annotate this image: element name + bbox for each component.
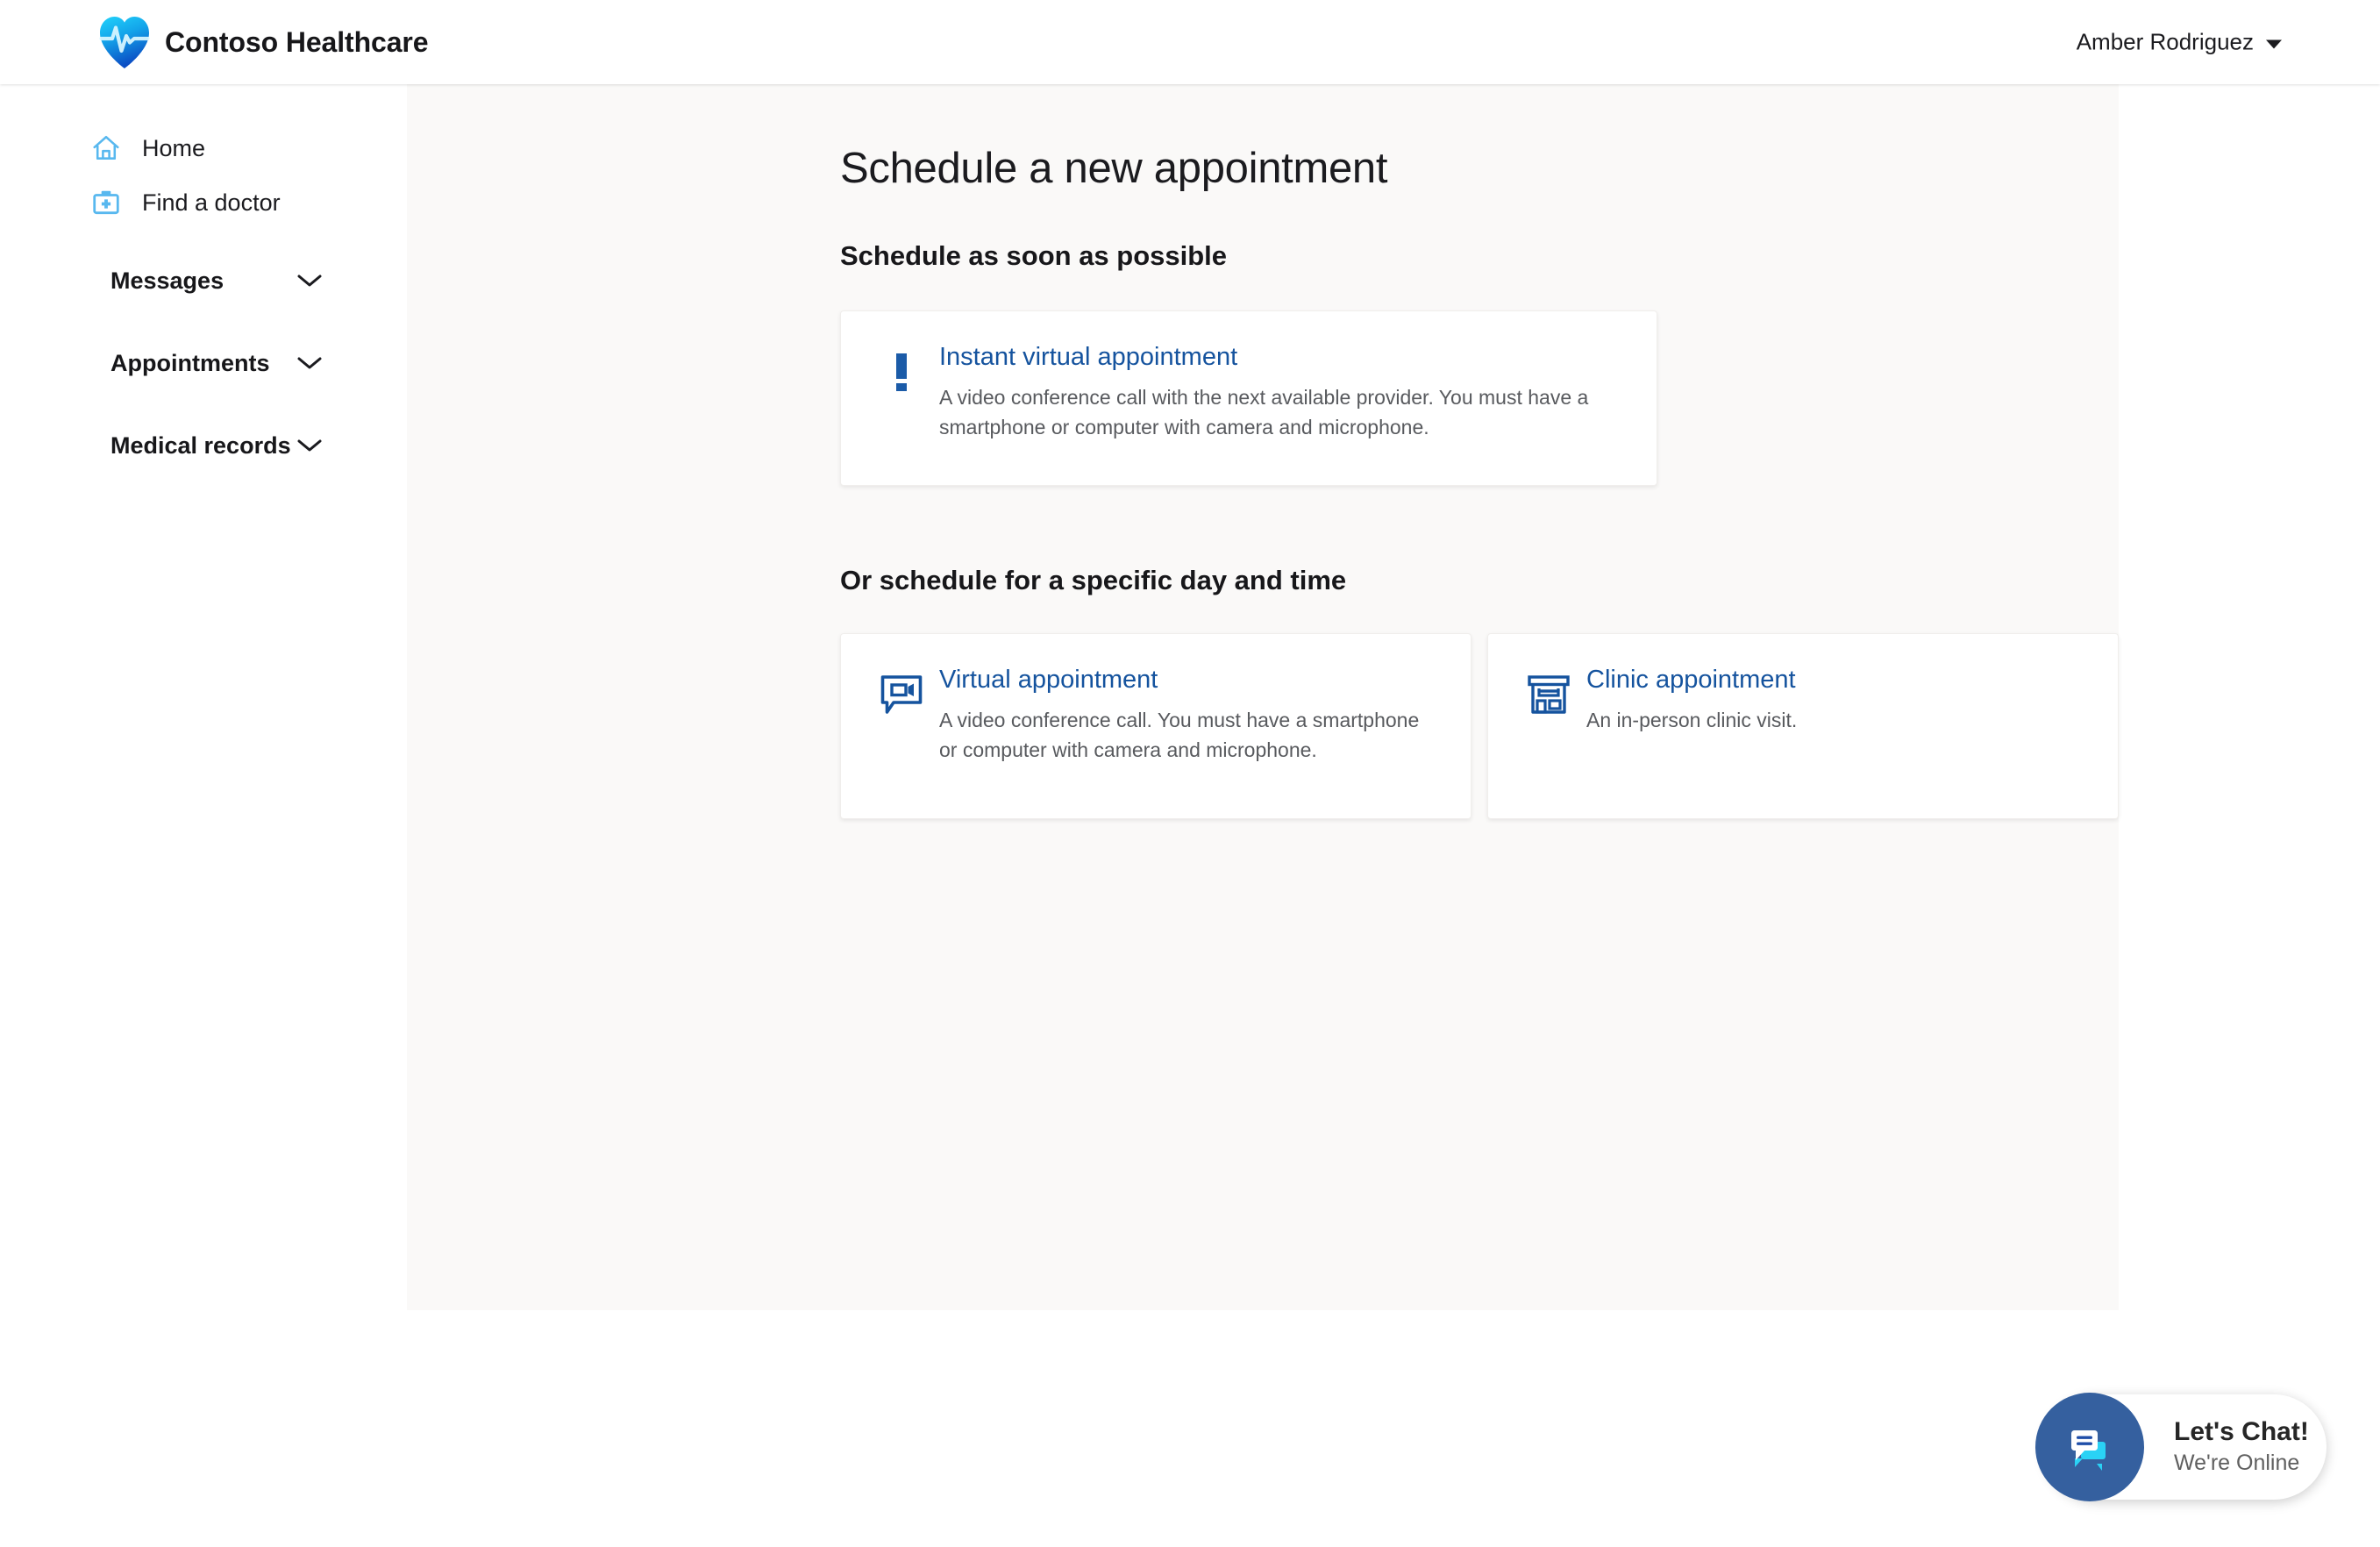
sidebar-item-label: Home (142, 134, 206, 161)
caret-down-icon (2266, 39, 2282, 48)
sidebar-group-medical-records[interactable]: Medical records (0, 414, 407, 477)
asap-card-row: Instant virtual appointment A video conf… (840, 310, 2119, 486)
chat-widget[interactable]: Let's Chat! We're Online (2035, 1393, 2327, 1501)
clinic-building-icon (1523, 666, 1574, 787)
card-body: Clinic appointment An in-person clinic v… (1574, 666, 1797, 787)
chat-bubbles-icon (2035, 1393, 2144, 1501)
heart-pulse-logo (98, 15, 151, 69)
chat-status: We're Online (2174, 1451, 2300, 1475)
sidebar-item-find-a-doctor[interactable]: Find a doctor (0, 175, 407, 230)
card-body: Virtual appointment A video conference c… (927, 666, 1436, 787)
main-content: Schedule a new appointment Schedule as s… (407, 84, 2119, 1310)
sidebar: Home Find a doctor Messages Appointments (0, 84, 407, 1547)
card-clinic-appointment[interactable]: Clinic appointment An in-person clinic v… (1487, 633, 2119, 819)
sidebar-item-label: Find a doctor (142, 189, 281, 216)
chevron-down-icon[interactable] (296, 355, 323, 371)
brand-name: Contoso Healthcare (165, 25, 429, 58)
chat-title: Let's Chat! (2174, 1416, 2309, 1446)
video-chat-icon (876, 666, 927, 787)
card-instant-virtual-appointment[interactable]: Instant virtual appointment A video conf… (840, 310, 1657, 486)
card-description: A video conference call with the next av… (939, 386, 1589, 439)
sidebar-item-home[interactable]: Home (0, 121, 407, 175)
specific-card-row: Virtual appointment A video conference c… (840, 633, 2119, 819)
section-heading-specific: Or schedule for a specific day and time (840, 565, 1347, 595)
chat-text: Let's Chat! We're Online (2174, 1417, 2309, 1478)
card-title: Instant virtual appointment (939, 343, 1238, 371)
card-description: An in-person clinic visit. (1586, 709, 1798, 732)
sidebar-group-messages[interactable]: Messages (0, 249, 407, 312)
exclamation-icon (876, 343, 927, 453)
card-description: A video conference call. You must have a… (939, 709, 1420, 762)
card-body: Instant virtual appointment A video conf… (927, 343, 1621, 453)
card-virtual-appointment[interactable]: Virtual appointment A video conference c… (840, 633, 1471, 819)
home-icon (91, 133, 121, 163)
sidebar-group-label: Messages (110, 267, 224, 294)
user-name: Amber Rodriguez (2076, 28, 2254, 55)
sidebar-group-appointments[interactable]: Appointments (0, 332, 407, 395)
sidebar-group-label: Appointments (110, 349, 270, 376)
doctor-bag-icon (91, 188, 121, 217)
sidebar-group-label: Medical records (110, 431, 291, 459)
user-menu[interactable]: Amber Rodriguez (2077, 29, 2282, 56)
chevron-down-icon[interactable] (296, 273, 323, 289)
card-title: Clinic appointment (1586, 666, 1796, 694)
page-title: Schedule a new appointment (840, 145, 1388, 192)
card-title: Virtual appointment (939, 666, 1158, 694)
app-header: Contoso Healthcare Amber Rodriguez (0, 0, 2380, 84)
brand[interactable]: Contoso Healthcare (98, 15, 429, 69)
section-heading-asap: Schedule as soon as possible (840, 240, 1228, 271)
chevron-down-icon[interactable] (296, 438, 323, 453)
